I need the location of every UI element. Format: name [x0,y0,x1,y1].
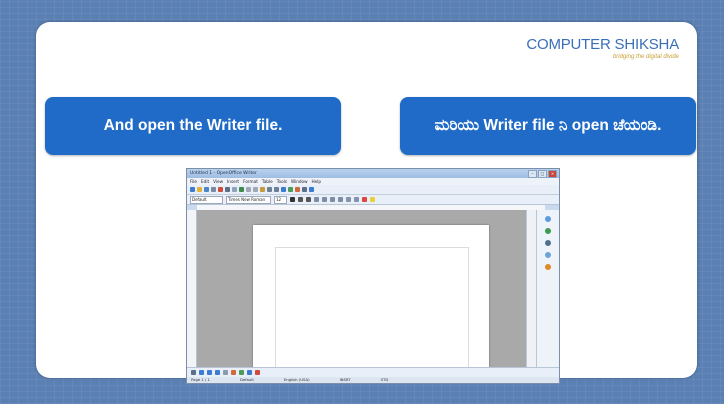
window-controls: – □ × [528,170,557,178]
minimize-icon[interactable]: – [528,170,537,178]
numbering-icon[interactable] [346,197,351,202]
hyperlink-icon[interactable] [281,187,286,192]
maximize-icon[interactable]: □ [538,170,547,178]
brand-name-part-a: COMPUTER [526,36,611,53]
status-insert: INSRT [339,377,351,382]
new-icon[interactable] [190,187,195,192]
font-select[interactable]: Times New Roman [226,195,271,204]
spellcheck-icon[interactable] [239,187,244,192]
redo-icon[interactable] [274,187,279,192]
preview-icon[interactable] [232,187,237,192]
italic-icon[interactable] [298,197,303,202]
status-style: Default [239,377,254,382]
justify-icon[interactable] [338,197,343,202]
cut-icon[interactable] [246,187,251,192]
table-icon[interactable] [288,187,293,192]
help-icon[interactable] [309,187,314,192]
status-bar: Page 1 / 1 Default English (USA) INSRT S… [187,377,559,383]
properties-icon[interactable] [545,216,551,222]
text-boundary [275,247,469,376]
highlight-icon[interactable] [370,197,375,202]
vertical-scrollbar[interactable] [526,210,536,368]
slide-card: COMPUTER SHIKSHA bridging the digital di… [36,22,697,384]
close-icon[interactable]: × [548,170,557,178]
rectangle-icon[interactable] [207,370,212,375]
menu-insert[interactable]: Insert [227,179,239,184]
bullets-icon[interactable] [354,197,359,202]
fontwork-icon[interactable] [255,370,260,375]
bold-icon[interactable] [290,197,295,202]
save-icon[interactable] [204,187,209,192]
print-icon[interactable] [225,187,230,192]
pdf-icon[interactable] [218,187,223,192]
status-language: English (USA) [283,377,310,382]
align-center-icon[interactable] [322,197,327,202]
document-area [187,210,536,376]
chart-icon[interactable] [295,187,300,192]
drawing-toolbar [187,367,559,377]
slide-background: COMPUTER SHIKSHA bridging the digital di… [0,0,724,404]
arrows-icon[interactable] [247,370,252,375]
menu-window[interactable]: Window [291,179,308,184]
style-select[interactable]: Default [190,195,223,204]
menu-bar: File Edit View Insert Format Table Tools… [187,178,559,185]
menu-tools[interactable]: Tools [277,179,287,184]
functions-icon[interactable] [545,264,551,270]
window-title: Untitled 1 - OpenOffice Writer [190,171,257,176]
paste-icon[interactable] [260,187,265,192]
brand-name: COMPUTER SHIKSHA [526,36,679,53]
copy-icon[interactable] [253,187,258,192]
select-icon[interactable] [191,370,196,375]
font-color-icon[interactable] [362,197,367,202]
open-icon[interactable] [197,187,202,192]
undo-icon[interactable] [267,187,272,192]
formatting-toolbar: Default Times New Roman 12 [187,195,559,205]
menu-view[interactable]: View [213,179,223,184]
symbol-shapes-icon[interactable] [239,370,244,375]
line-icon[interactable] [199,370,204,375]
menu-edit[interactable]: Edit [201,179,209,184]
sidebar-panel [536,210,559,368]
brand-logo: COMPUTER SHIKSHA bridging the digital di… [526,36,679,60]
instruction-english: And open the Writer file. [45,97,341,155]
size-select[interactable]: 12 [274,195,287,204]
menu-format[interactable]: Format [243,179,258,184]
styles-icon[interactable] [545,228,551,234]
gallery-icon[interactable] [545,240,551,246]
navigator-icon[interactable] [545,252,551,258]
menu-table[interactable]: Table [262,179,273,184]
underline-icon[interactable] [306,197,311,202]
window-titlebar: Untitled 1 - OpenOffice Writer – □ × [187,169,559,178]
menu-help[interactable]: Help [312,179,322,184]
align-left-icon[interactable] [314,197,319,202]
vertical-ruler [187,210,197,368]
writer-screenshot: Untitled 1 - OpenOffice Writer – □ × Fil… [186,168,560,384]
standard-toolbar [187,185,559,195]
instruction-kannada: ಮರಿಯು Writer file ನಿ open ಚೆಯಂಡಿ. [400,97,696,155]
brand-tagline: bridging the digital divide [612,54,679,60]
ellipse-icon[interactable] [215,370,220,375]
brand-name-part-b: SHIKSHA [614,36,680,53]
align-right-icon[interactable] [330,197,335,202]
shapes-icon[interactable] [231,370,236,375]
email-icon[interactable] [211,187,216,192]
find-icon[interactable] [302,187,307,192]
status-selection: STD [380,377,389,382]
menu-file[interactable]: File [190,179,197,184]
status-page: Page 1 / 1 [191,377,210,382]
document-page[interactable] [253,225,489,376]
text-icon[interactable] [223,370,228,375]
